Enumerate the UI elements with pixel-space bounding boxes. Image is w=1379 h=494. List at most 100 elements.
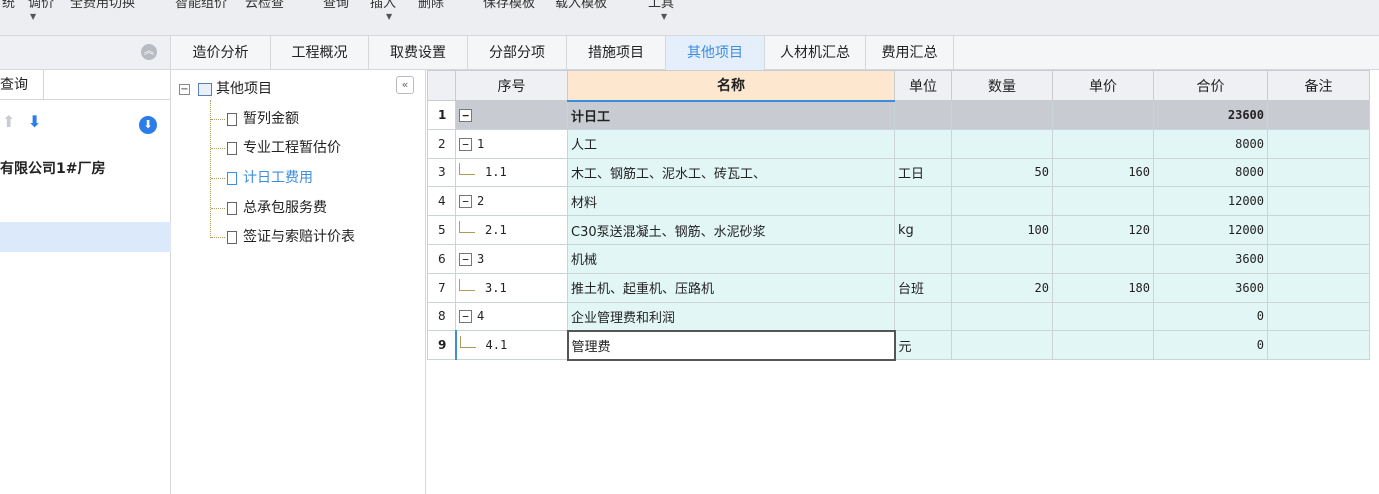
arrow-up-icon[interactable]: ⬆	[2, 112, 15, 131]
unit-cell[interactable]	[894, 100, 952, 130]
total-cell[interactable]: 12000	[1153, 215, 1268, 245]
name-cell[interactable]: C30泵送混凝土、钢筋、水泥砂浆	[567, 215, 895, 245]
qty-cell[interactable]	[951, 128, 1053, 159]
total-cell[interactable]: 12000	[1153, 186, 1268, 217]
table-row[interactable]: 6 −3 机械 3600	[427, 243, 1370, 274]
unit-cell[interactable]	[894, 186, 952, 217]
row-number[interactable]: 3	[427, 157, 456, 188]
collapse-tree-icon[interactable]: −	[179, 83, 190, 95]
qty-cell[interactable]	[951, 100, 1053, 130]
unit-cell[interactable]: 元	[894, 330, 952, 361]
table-row[interactable]: 2 −1 人工 8000	[427, 128, 1370, 159]
collapse-left-icon[interactable]: «	[396, 76, 414, 94]
toolbar-item[interactable]: 全费用切换	[70, 0, 135, 11]
price-cell[interactable]	[1052, 301, 1154, 332]
table-row[interactable]: 8 −4 企业管理费和利润 0	[427, 301, 1370, 332]
total-cell[interactable]: 8000	[1153, 128, 1268, 159]
name-cell[interactable]: 人工	[567, 128, 895, 159]
tree-root[interactable]: − 其他项目	[179, 78, 272, 98]
table-row[interactable]: 5 2.1 C30泵送混凝土、钢筋、水泥砂浆 kg 100 120 12000	[427, 215, 1370, 245]
collapse-row-icon[interactable]: −	[459, 137, 472, 151]
row-number[interactable]: 7	[427, 272, 456, 303]
toolbar-item[interactable]: 调价	[28, 0, 54, 11]
unit-cell[interactable]: kg	[894, 215, 952, 245]
qty-cell[interactable]: 20	[951, 272, 1053, 303]
qty-cell[interactable]	[951, 243, 1053, 274]
search-tab[interactable]: 查询	[0, 70, 44, 100]
collapse-row-icon[interactable]: −	[459, 252, 472, 266]
total-cell[interactable]: 0	[1153, 330, 1268, 361]
toolbar-item[interactable]: 统	[2, 0, 15, 11]
qty-cell[interactable]	[951, 301, 1053, 332]
column-header-qty[interactable]: 数量	[951, 70, 1053, 101]
note-cell[interactable]	[1267, 128, 1370, 159]
toolbar-item[interactable]: 载入模板	[555, 0, 607, 11]
tab-fee-summary[interactable]: 费用汇总	[866, 36, 954, 70]
seq-cell[interactable]: 1.1	[455, 157, 568, 188]
note-cell[interactable]	[1267, 157, 1370, 188]
table-row[interactable]: 7 3.1 推土机、起重机、压路机 台班 20 180 3600	[427, 272, 1370, 303]
table-row[interactable]: 3 1.1 木工、钢筋工、泥水工、砖瓦工、 工日 50 160 8000	[427, 157, 1370, 188]
toolbar-item[interactable]: 云检查	[245, 0, 284, 11]
toolbar-item[interactable]: 插入	[370, 0, 396, 11]
total-cell[interactable]: 8000	[1153, 157, 1268, 188]
toolbar-item[interactable]: 保存模板	[483, 0, 535, 11]
total-cell[interactable]: 3600	[1153, 272, 1268, 303]
arrow-down-icon[interactable]: ⬇	[28, 112, 41, 131]
price-cell[interactable]	[1052, 100, 1154, 130]
column-header-unit[interactable]: 单位	[894, 70, 952, 101]
seq-cell[interactable]: −1	[455, 128, 568, 159]
seq-cell[interactable]: 2.1	[455, 215, 568, 245]
corner-header[interactable]	[427, 70, 456, 101]
tree-item-visa-claims[interactable]: 签证与索赔计价表	[211, 226, 355, 246]
unit-cell[interactable]: 台班	[894, 272, 952, 303]
note-cell[interactable]	[1267, 186, 1370, 217]
seq-cell[interactable]: 4.1	[454, 330, 568, 361]
collapse-up-icon[interactable]: ︽	[141, 44, 157, 60]
seq-cell[interactable]: −2	[455, 186, 568, 217]
row-number[interactable]: 4	[427, 186, 456, 217]
row-number[interactable]: 2	[427, 128, 456, 159]
tab-other-items[interactable]: 其他项目	[666, 36, 765, 70]
note-cell[interactable]	[1267, 330, 1370, 361]
qty-cell[interactable]	[951, 186, 1053, 217]
price-cell[interactable]: 180	[1052, 272, 1154, 303]
collapse-row-icon[interactable]: −	[459, 195, 472, 209]
qty-cell[interactable]: 50	[951, 157, 1053, 188]
unit-cell[interactable]	[894, 301, 952, 332]
name-cell[interactable]: 材料	[567, 186, 895, 217]
price-cell[interactable]: 160	[1052, 157, 1154, 188]
note-cell[interactable]	[1267, 301, 1370, 332]
total-cell[interactable]: 3600	[1153, 243, 1268, 274]
price-cell[interactable]	[1052, 243, 1154, 274]
tab-divisional-items[interactable]: 分部分项	[468, 36, 567, 70]
selected-project-node[interactable]	[0, 222, 171, 252]
chevron-down-icon[interactable]: ▼	[386, 12, 392, 21]
unit-cell[interactable]	[894, 128, 952, 159]
qty-cell[interactable]: 100	[951, 215, 1053, 245]
qty-cell[interactable]	[951, 330, 1053, 361]
unit-cell[interactable]: 工日	[894, 157, 952, 188]
toolbar-item[interactable]: 智能组价	[175, 0, 227, 11]
tree-item-daywork[interactable]: 计日工费用	[211, 167, 313, 187]
seq-cell[interactable]: −	[455, 100, 568, 130]
total-cell[interactable]: 0	[1153, 301, 1268, 332]
tab-fee-settings[interactable]: 取费设置	[369, 36, 468, 70]
row-number[interactable]: 8	[427, 301, 456, 332]
column-header-note[interactable]: 备注	[1267, 70, 1370, 101]
row-number[interactable]: 6	[427, 243, 456, 274]
collapse-row-icon[interactable]: −	[459, 108, 472, 122]
name-cell[interactable]: 企业管理费和利润	[567, 301, 895, 332]
toolbar-item[interactable]: 删除	[418, 0, 444, 11]
row-number[interactable]: 5	[427, 215, 456, 245]
total-cell[interactable]: 23600	[1153, 100, 1268, 130]
column-header-seq[interactable]: 序号	[455, 70, 568, 101]
table-row[interactable]: 4 −2 材料 12000	[427, 186, 1370, 217]
tree-item-provisional-sum[interactable]: 暂列金额	[211, 108, 299, 128]
column-header-name[interactable]: 名称	[567, 70, 895, 102]
tree-item-specialty-estimate[interactable]: 专业工程暂估价	[211, 137, 341, 157]
tab-project-overview[interactable]: 工程概况	[271, 36, 369, 70]
tree-item-contractor-service[interactable]: 总承包服务费	[211, 197, 327, 217]
note-cell[interactable]	[1267, 243, 1370, 274]
tab-measure-items[interactable]: 措施项目	[567, 36, 666, 70]
